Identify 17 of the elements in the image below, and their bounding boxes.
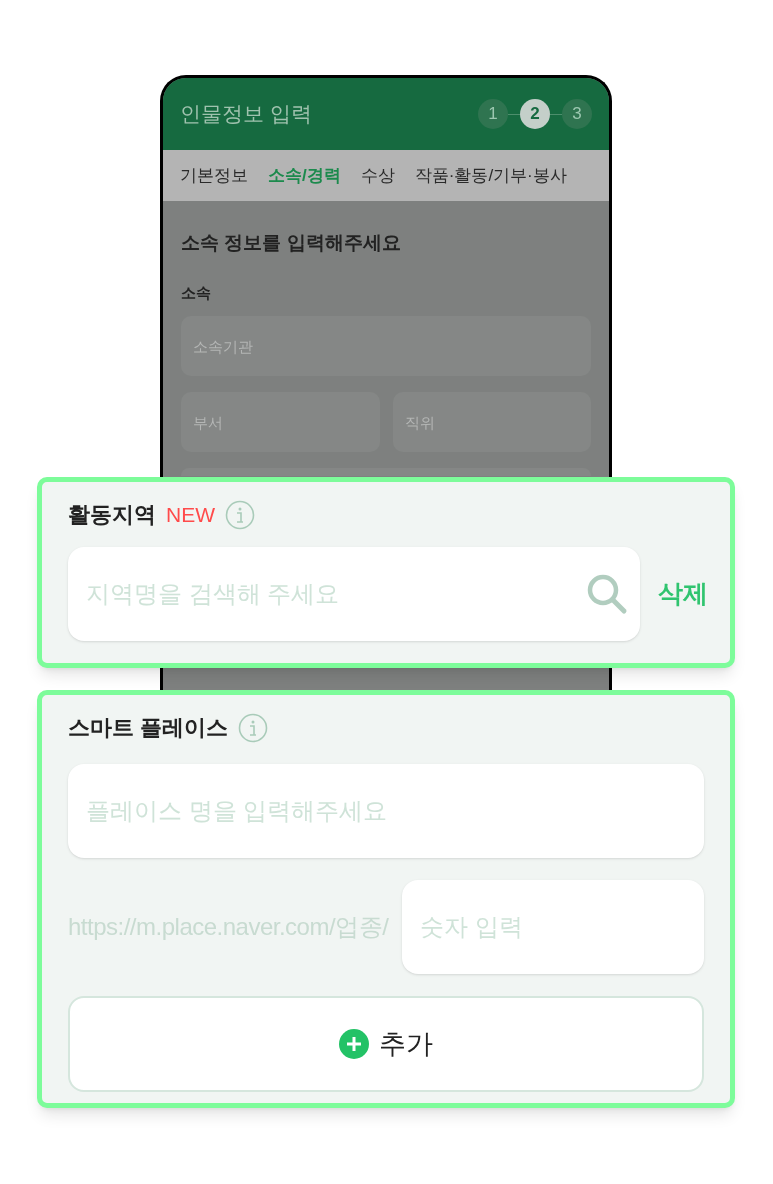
info-icon[interactable]: [225, 499, 255, 530]
step-indicator: 2: [520, 99, 550, 129]
section-title: 스마트 플레이스: [68, 714, 229, 742]
search-icon[interactable]: [586, 573, 628, 615]
new-label: NEW: [166, 501, 215, 528]
plus-circle-icon: [339, 1029, 369, 1059]
step-indicator: 1: [478, 99, 508, 129]
step-indicator: 3: [562, 99, 592, 129]
add-button[interactable]: 추가: [68, 996, 704, 1092]
info-icon[interactable]: [238, 712, 269, 743]
section-heading: 소속 정보를 입력해주세요: [181, 231, 402, 255]
tab[interactable]: 기본정보: [180, 162, 248, 189]
tab[interactable]: 수상: [360, 162, 395, 189]
field-label: 소속: [181, 282, 212, 303]
tab[interactable]: 작품·활동/기부·봉사: [414, 162, 567, 189]
header-title: 인물정보 입력: [180, 101, 312, 128]
section-title: 활동지역: [68, 501, 156, 529]
